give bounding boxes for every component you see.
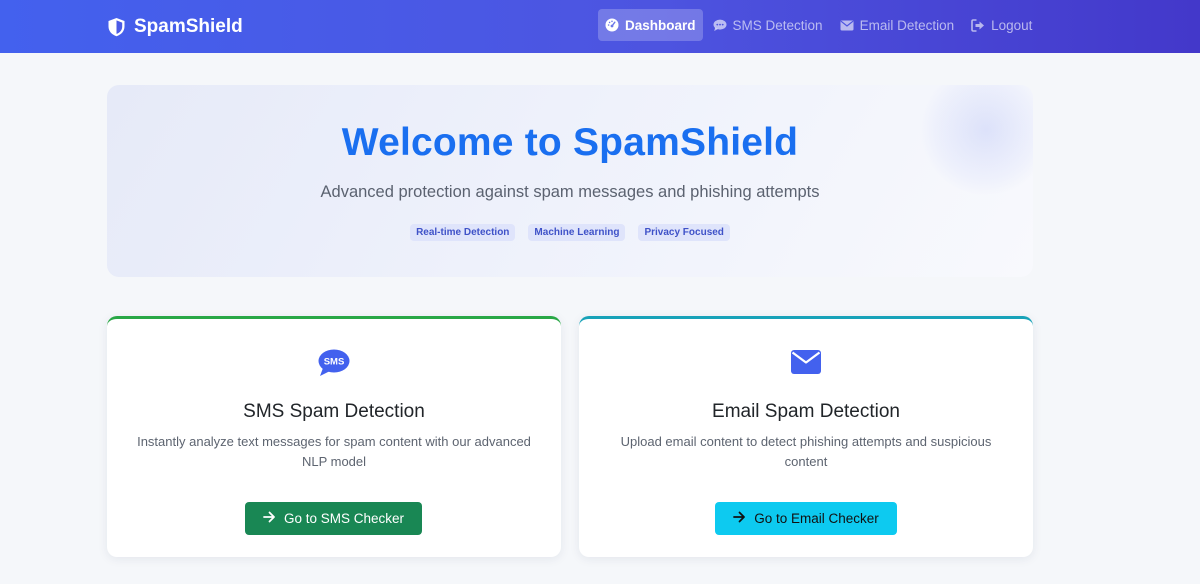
- nav-dashboard[interactable]: Dashboard: [598, 9, 703, 41]
- brand-link[interactable]: SpamShield: [107, 0, 243, 53]
- badge-real-time-detection: Real-time Detection: [410, 224, 516, 241]
- brand-name: SpamShield: [134, 15, 243, 37]
- page-title: Welcome to SpamShield: [341, 121, 799, 164]
- sms-card-description: Instantly analyze text messages for spam…: [137, 434, 531, 469]
- logout-icon: [971, 18, 985, 32]
- email-card-title: Email Spam Detection: [712, 401, 900, 422]
- sms-detection-card: SMS SMS Spam Detection Instantly analyze…: [107, 316, 561, 557]
- go-to-email-checker-button[interactable]: Go to Email Checker: [715, 502, 897, 535]
- email-button-label: Go to Email Checker: [754, 511, 879, 526]
- email-detection-card: Email Spam Detection Upload email conten…: [579, 316, 1033, 557]
- email-card-description: Upload email content to detect phishing …: [620, 434, 992, 469]
- gauge-icon: [605, 18, 619, 32]
- go-to-sms-checker-button[interactable]: Go to SMS Checker: [245, 502, 422, 535]
- sms-bubble-icon: SMS: [107, 349, 561, 377]
- nav-logout[interactable]: Logout: [964, 9, 1039, 41]
- nav-sms-detection[interactable]: SMS Detection: [706, 9, 830, 41]
- navbar: SpamShield Dashboard SMS Detection Email…: [0, 0, 1200, 53]
- arrow-right-icon: [263, 511, 276, 526]
- chat-icon: [713, 19, 727, 32]
- svg-text:SMS: SMS: [324, 357, 345, 368]
- nav-dashboard-label: Dashboard: [625, 17, 696, 33]
- sms-button-label: Go to SMS Checker: [283, 511, 405, 526]
- envelope-icon: [840, 20, 854, 31]
- nav-email-detection-label: Email Detection: [859, 17, 955, 33]
- shield-icon: [107, 17, 126, 37]
- badge-machine-learning: Machine Learning: [528, 224, 626, 241]
- nav-sms-detection-label: SMS Detection: [732, 17, 823, 33]
- sms-card-title: SMS Spam Detection: [243, 401, 425, 422]
- nav-logout-label: Logout: [991, 17, 1033, 33]
- arrow-right-icon: [733, 511, 746, 526]
- welcome-hero: Welcome to SpamShield Advanced protectio…: [107, 85, 1033, 277]
- envelope-icon: [579, 349, 1033, 375]
- nav-email-detection[interactable]: Email Detection: [833, 9, 962, 41]
- hero-subtitle: Advanced protection against spam message…: [320, 183, 820, 201]
- main-nav: Dashboard SMS Detection Email Detection …: [598, 9, 1042, 41]
- badge-privacy-focused: Privacy Focused: [638, 224, 730, 241]
- feature-badges: Real-time Detection Machine Learning Pri…: [107, 224, 1033, 241]
